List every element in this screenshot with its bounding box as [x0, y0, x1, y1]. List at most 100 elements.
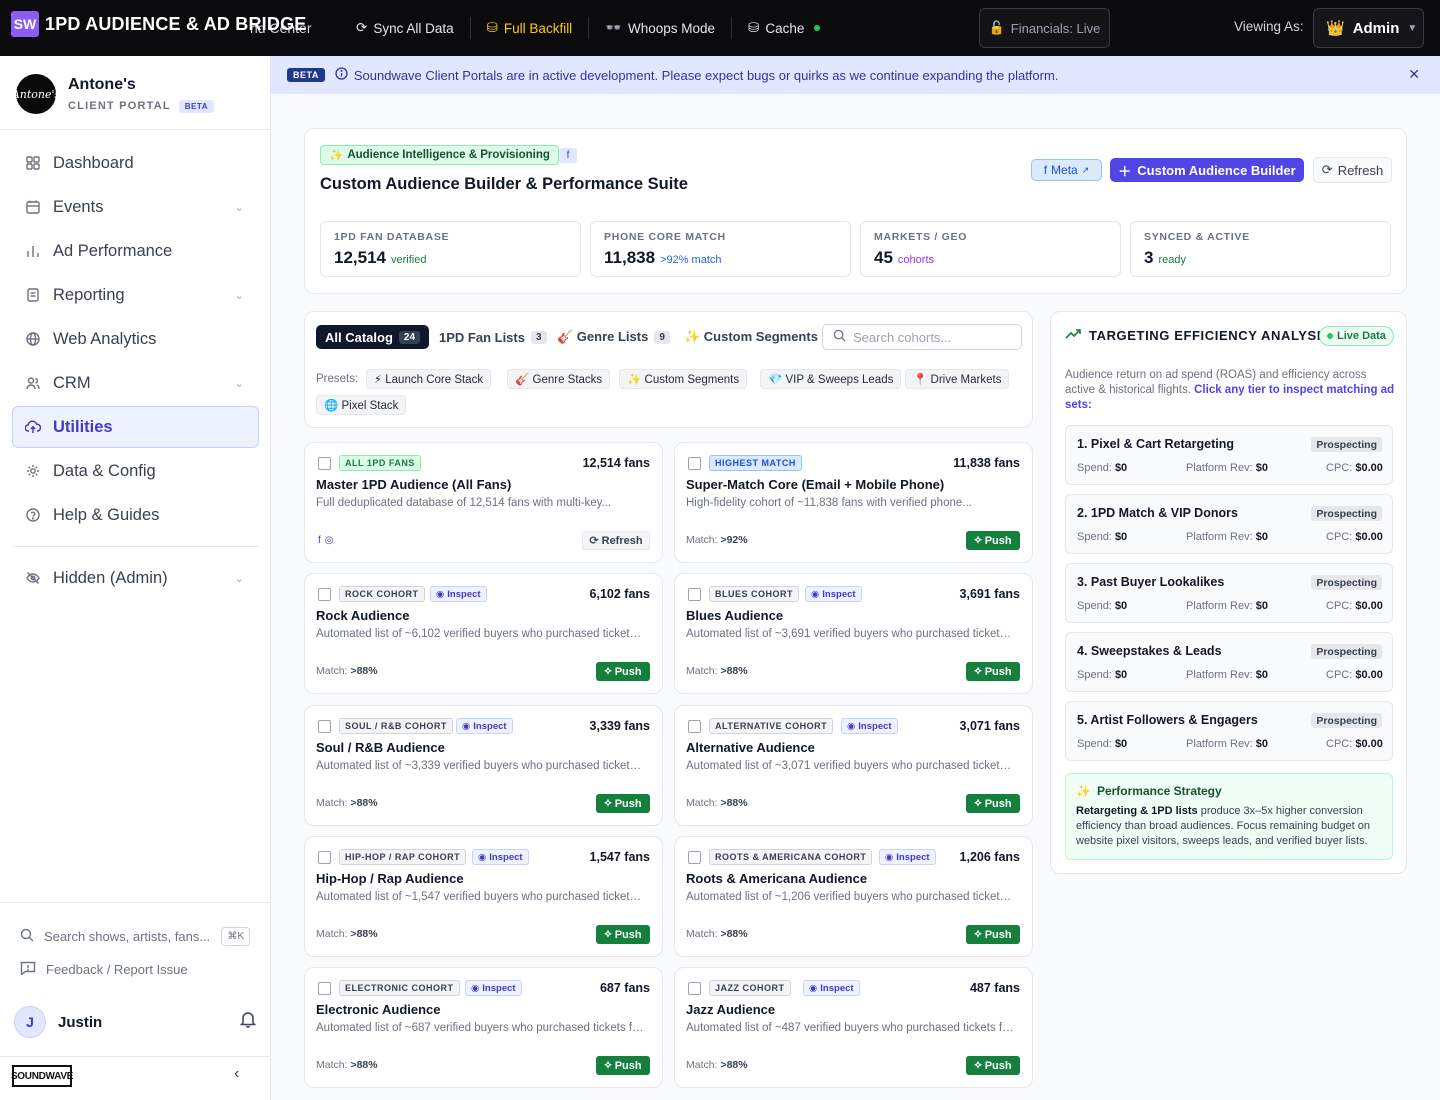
cohort-checkbox[interactable] — [688, 851, 701, 864]
cohort-checkbox[interactable] — [318, 982, 331, 995]
preset-genre-stacks[interactable]: 🎸 Genre Stacks — [507, 369, 611, 389]
inspect-button[interactable]: ◉ Inspect — [472, 849, 529, 865]
cohort-checkbox[interactable] — [688, 457, 701, 470]
push-button[interactable]: ⟡ Push — [966, 531, 1020, 550]
sidebar-item-utilities[interactable]: Utilities — [12, 406, 259, 448]
tab-custom-segments[interactable]: ✨ Custom Segments — [684, 325, 818, 349]
global-search[interactable]: Search shows, artists, fans... ⌘K — [20, 923, 250, 949]
cohort-name: Rock Audience — [316, 608, 410, 623]
sidebar-item-data-config[interactable]: Data & Config — [12, 450, 259, 492]
inspect-button[interactable]: ◉ Inspect — [803, 980, 860, 996]
cohort-tag: ROCK COHORT — [339, 586, 425, 602]
sidebar-item-help-guides[interactable]: Help & Guides — [12, 494, 259, 536]
cohort-checkbox[interactable] — [318, 457, 331, 470]
preset-launch-core-stack[interactable]: ⚡ Launch Core Stack — [366, 369, 492, 389]
whoops-mode-button[interactable]: 👓 Whoops Mode — [589, 14, 731, 42]
tier-row[interactable]: 1. Pixel & Cart Retargeting Prospecting … — [1065, 425, 1393, 485]
push-button[interactable]: ⟡ Push — [596, 794, 650, 813]
sidebar-item-events[interactable]: Events ⌄ — [12, 186, 259, 228]
inspect-button[interactable]: ◉ Inspect — [465, 980, 522, 996]
targeting-efficiency-panel: TARGETING EFFICIENCY ANALYSIS Live Data … — [1050, 311, 1407, 874]
cohort-card[interactable]: BLUES COHORT ◉ Inspect 3,691 fans Blues A… — [674, 573, 1033, 694]
viewing-as-select[interactable]: 👑 Admin ▼ — [1313, 8, 1424, 48]
tier-row[interactable]: 2. 1PD Match & VIP Donors Prospecting Sp… — [1065, 494, 1393, 554]
custom-audience-builder-button[interactable]: ＋ Custom Audience Builder — [1110, 158, 1304, 182]
inspect-button[interactable]: ◉ Inspect — [841, 718, 898, 734]
close-icon[interactable]: ✕ — [1408, 66, 1420, 83]
push-button[interactable]: ⟡ Push — [966, 794, 1020, 813]
sidebar-item-web-analytics[interactable]: Web Analytics — [12, 318, 259, 360]
top-nav: ⟳ Sync All Data ⛁ Full Backfill 👓 Whoops… — [340, 0, 836, 56]
push-button[interactable]: ⟡ Push — [966, 925, 1020, 944]
sidebar-item-hidden-admin[interactable]: Hidden (Admin) ⌄ — [12, 557, 259, 599]
tier-row[interactable]: 3. Past Buyer Lookalikes Prospecting Spe… — [1065, 563, 1393, 623]
sidebar-item-dashboard[interactable]: Dashboard — [12, 142, 259, 184]
bell-icon[interactable] — [239, 1011, 257, 1033]
meta-link-button[interactable]: f Meta ↗ — [1031, 159, 1102, 181]
preset-drive-markets[interactable]: 📍 Drive Markets — [905, 369, 1010, 389]
cohort-checkbox[interactable] — [318, 851, 331, 864]
push-button[interactable]: ⟡ Push — [596, 1056, 650, 1075]
sparkle-icon: ⟡ — [974, 1059, 982, 1071]
cohort-card[interactable]: JAZZ COHORT ◉ Inspect 487 fans Jazz Audie… — [674, 967, 1033, 1088]
push-button[interactable]: ⟡ Push — [966, 1056, 1020, 1075]
full-backfill-button[interactable]: ⛁ Full Backfill — [471, 14, 589, 42]
chevron-down-icon: ⌄ — [234, 572, 244, 585]
tab-1pd-fan-lists[interactable]: 1PD Fan Lists 3 — [439, 325, 547, 349]
inspect-button[interactable]: ◉ Inspect — [805, 586, 862, 602]
cohort-card[interactable]: HIP-HOP / RAP COHORT ◉ Inspect 1,547 fans… — [304, 836, 663, 957]
gear-icon — [25, 463, 41, 479]
feedback-link[interactable]: Feedback / Report Issue — [20, 961, 188, 978]
push-button[interactable]: ⟡ Push — [596, 662, 650, 681]
preset-custom-segments[interactable]: ✨ Custom Segments — [619, 369, 748, 389]
cache-button[interactable]: ⛁ Cache — [732, 14, 836, 42]
tab-genre-lists[interactable]: 🎸 Genre Lists 9 — [557, 325, 670, 349]
tier-status-badge: Prospecting — [1311, 506, 1382, 521]
chevron-left-icon[interactable]: ‹ — [234, 1065, 239, 1083]
cohort-card[interactable]: ELECTRONIC COHORT ◉ Inspect 687 fans Elec… — [304, 967, 663, 1088]
preset-pixel-stack[interactable]: 🌐 Pixel Stack — [316, 395, 407, 415]
tier-row[interactable]: 4. Sweepstakes & Leads Prospecting Spend… — [1065, 632, 1393, 692]
push-button[interactable]: ⟡ Push — [966, 662, 1020, 681]
sidebar-item-ad-performance[interactable]: Ad Performance — [12, 230, 259, 272]
stat-synced-active: SYNCED & ACTIVE 3 ready — [1130, 221, 1391, 277]
cohort-checkbox[interactable] — [318, 588, 331, 601]
cohort-description: Automated list of ~3,691 verified buyers… — [686, 628, 1016, 640]
panel-title: TARGETING EFFICIENCY ANALYSIS — [1065, 328, 1330, 343]
bar-chart-icon — [25, 243, 41, 259]
inspect-button[interactable]: ◉ Inspect — [456, 718, 513, 734]
inspect-button[interactable]: ◉ Inspect — [879, 849, 936, 865]
cohort-card[interactable]: ROOTS & AMERICANA COHORT ◉ Inspect 1,206 … — [674, 836, 1033, 957]
preset-vip-sweeps-leads[interactable]: 💎 VIP & Sweeps Leads — [760, 369, 902, 389]
tab-all-catalog[interactable]: All Catalog 24 — [316, 325, 430, 349]
cohort-description: Automated list of ~6,102 verified buyers… — [316, 628, 646, 640]
cohort-card[interactable]: ALTERNATIVE COHORT ◉ Inspect 3,071 fans A… — [674, 705, 1033, 826]
cohort-card[interactable]: ALL 1PD FANS 12,514 fans Master 1PD Audi… — [304, 442, 663, 563]
refresh-button[interactable]: ⟳ Refresh — [1313, 157, 1392, 183]
financials-live-button[interactable]: 🔓 Financials: Live — [979, 8, 1110, 48]
cohort-card[interactable]: HIGHEST MATCH 11,838 fans Super-Match Co… — [674, 442, 1033, 563]
cohort-card[interactable]: ROCK COHORT ◉ Inspect 6,102 fans Rock Aud… — [304, 573, 663, 694]
document-icon — [25, 287, 41, 303]
cohort-refresh-button[interactable]: ⟳ Refresh — [582, 531, 650, 550]
sidebar-item-crm[interactable]: CRM ⌄ — [12, 362, 259, 404]
push-button[interactable]: ⟡ Push — [596, 925, 650, 944]
cohort-search-input[interactable]: Search cohorts... — [822, 324, 1022, 350]
cohort-checkbox[interactable] — [688, 720, 701, 733]
cohort-tag: ALL 1PD FANS — [339, 455, 421, 471]
eye-icon: ◉ — [462, 720, 471, 732]
cohort-fan-count: 11,838 fans — [953, 456, 1020, 470]
cohort-checkbox[interactable] — [318, 720, 331, 733]
cohort-checkbox[interactable] — [688, 588, 701, 601]
banner-beta-badge: BETA — [287, 68, 325, 82]
sync-all-button[interactable]: ⟳ Sync All Data — [340, 14, 470, 42]
inspect-button[interactable]: ◉ Inspect — [430, 586, 487, 602]
cohort-card[interactable]: SOUL / R&B COHORT ◉ Inspect 3,339 fans So… — [304, 705, 663, 826]
sidebar-item-reporting[interactable]: Reporting ⌄ — [12, 274, 259, 316]
user-menu[interactable]: J Justin — [14, 1004, 257, 1040]
eye-icon: ◉ — [478, 851, 487, 863]
tier-row[interactable]: 5. Artist Followers & Engagers Prospecti… — [1065, 701, 1393, 761]
cohort-checkbox[interactable] — [688, 982, 701, 995]
lock-icon: 🔓 — [988, 20, 1005, 35]
banner-text: Soundwave Client Portals are in active d… — [353, 67, 1059, 83]
